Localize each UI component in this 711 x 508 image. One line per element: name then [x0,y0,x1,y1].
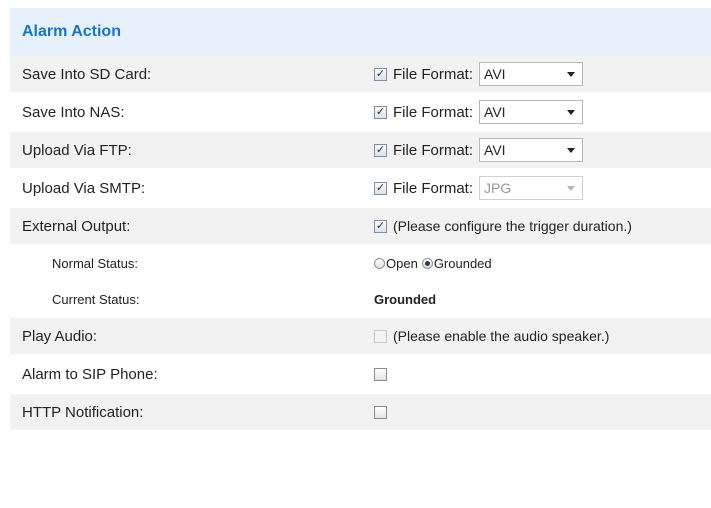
row-label: HTTP Notification: [22,403,144,421]
chevron-down-icon [567,71,576,77]
row-sip-phone: Alarm to SIP Phone: [10,356,711,394]
trigger-duration-note: (Please configure the trigger duration.) [393,218,632,234]
file-format-label: File Format: [393,65,474,83]
select-value: AVI [484,104,506,120]
row-label: Upload Via SMTP: [22,179,146,197]
row-label: Save Into SD Card: [22,65,152,83]
sip-phone-checkbox[interactable] [374,367,387,381]
row-save-sd-card: Save Into SD Card: ✓ File Format: AVI [10,56,711,94]
radio-label-open: Open [386,255,418,271]
file-format-select[interactable]: AVI [479,100,584,124]
select-value: AVI [484,66,506,82]
section-title: Alarm Action [22,23,121,40]
section-header: Alarm Action [10,8,711,56]
row-label: Current Status: [52,291,140,307]
row-upload-ftp: Upload Via FTP: ✓ File Format: AVI [10,132,711,170]
http-notification-checkbox[interactable] [374,405,387,419]
row-upload-smtp: Upload Via SMTP: ✓ File Format: JPG [10,170,711,208]
row-http-notification: HTTP Notification: [10,394,711,432]
row-normal-status: Normal Status: Open Grounded [10,246,711,282]
row-external-output: External Output: ✓ (Please configure the… [10,208,711,246]
save-nas-checkbox[interactable]: ✓ [374,105,387,119]
row-label: External Output: [22,217,131,235]
current-status-value: Grounded [374,291,437,307]
row-label: Play Audio: [22,327,98,345]
upload-smtp-checkbox[interactable]: ✓ [374,181,387,195]
upload-ftp-checkbox[interactable]: ✓ [374,143,387,157]
chevron-down-icon [567,109,576,115]
radio-label-grounded: Grounded [433,255,492,271]
row-save-nas: Save Into NAS: ✓ File Format: AVI [10,94,711,132]
file-format-label: File Format: [393,179,474,197]
row-play-audio: Play Audio: (Please enable the audio spe… [10,318,711,356]
row-label: Save Into NAS: [22,103,125,121]
radio-grounded[interactable] [421,257,433,269]
file-format-label: File Format: [393,141,474,159]
file-format-select[interactable]: JPG [479,176,584,200]
chevron-down-icon [567,147,576,153]
alarm-action-panel: Alarm Action Save Into SD Card: ✓ File F… [10,8,711,432]
select-value: JPG [484,180,512,196]
radio-open[interactable] [374,257,385,269]
chevron-down-icon [567,185,576,191]
row-label: Alarm to SIP Phone: [22,365,158,383]
row-label: Upload Via FTP: [22,141,132,159]
row-current-status: Current Status: Grounded [10,282,711,318]
file-format-select[interactable]: AVI [479,62,584,86]
file-format-select[interactable]: AVI [479,138,584,162]
play-audio-checkbox[interactable] [374,329,387,343]
file-format-label: File Format: [393,103,474,121]
save-sd-checkbox[interactable]: ✓ [374,67,387,81]
external-output-checkbox[interactable]: ✓ [374,219,387,233]
audio-speaker-note: (Please enable the audio speaker.) [393,328,610,344]
select-value: AVI [484,142,506,158]
row-label: Normal Status: [52,255,138,271]
